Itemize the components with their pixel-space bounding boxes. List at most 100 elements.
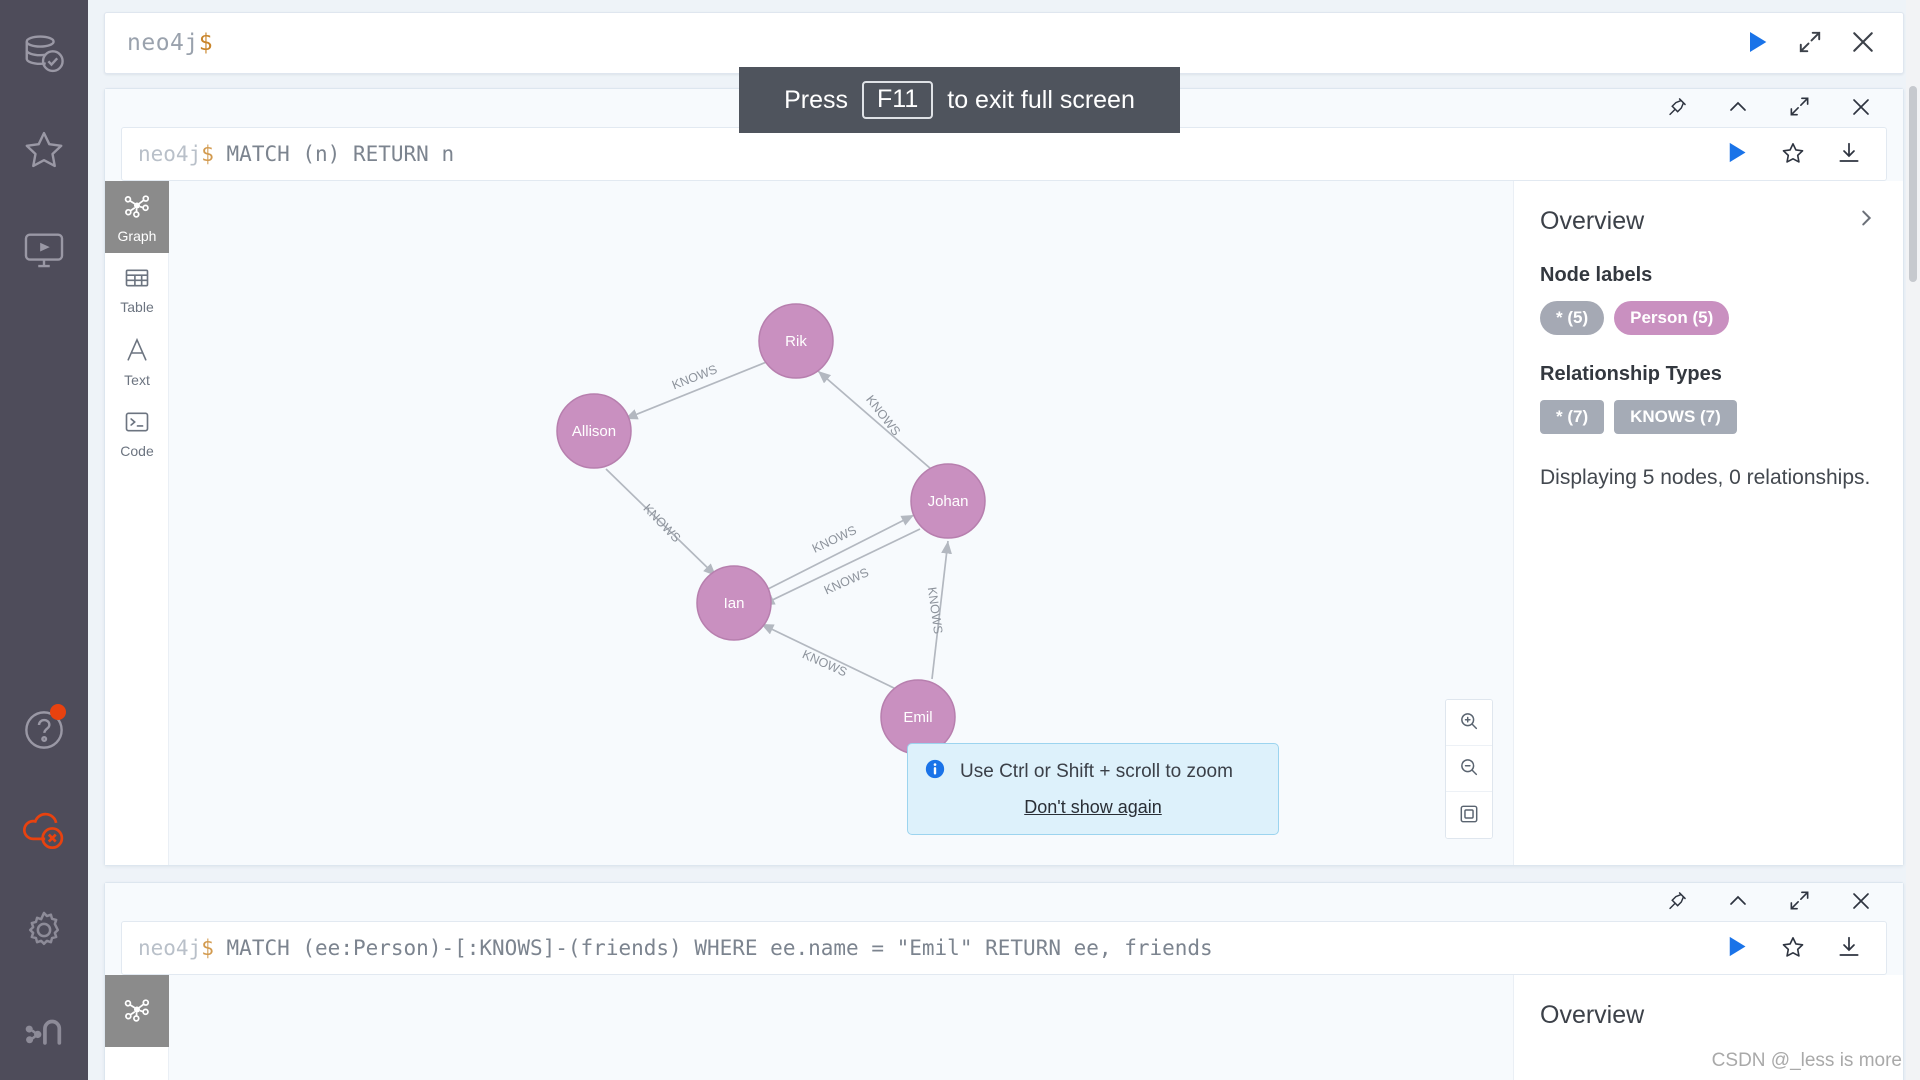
view-tab-graph[interactable]: Graph (105, 181, 169, 253)
view-tab-code[interactable]: Code (105, 397, 169, 469)
view-switcher (105, 975, 169, 1080)
page-scrollbar[interactable] (1906, 0, 1920, 1080)
view-switcher: Graph Table Text Code (105, 181, 169, 865)
graph-node-allison[interactable]: Allison (556, 393, 632, 469)
svg-text:KNOWS: KNOWS (670, 362, 719, 392)
sidebar-item-database[interactable] (0, 0, 88, 100)
graph-nodes[interactable]: Rik Allison Johan Ian Emil (556, 303, 986, 755)
pin-icon (1666, 96, 1688, 121)
favorites-star-icon (21, 127, 67, 173)
graph-icon (122, 191, 152, 224)
frame-body: Overview (105, 975, 1903, 1080)
zoom-fit-icon (1458, 803, 1480, 828)
editor-close-button[interactable] (1849, 28, 1877, 59)
text-a-icon (123, 335, 151, 368)
run-play-icon (1723, 139, 1750, 169)
run-query-button[interactable] (1743, 28, 1771, 59)
svg-text:KNOWS: KNOWS (800, 647, 849, 679)
rel-type-chip-all[interactable]: * (7) (1540, 400, 1605, 434)
zoom-hint-toast: Use Ctrl or Shift + scroll to zoom Don't… (907, 743, 1279, 835)
svg-text:KNOWS: KNOWS (822, 565, 871, 597)
sidebar-item-help[interactable] (0, 680, 88, 780)
frame-query-bar[interactable]: neo4j$ MATCH (n) RETURN n (121, 127, 1887, 181)
main-query-editor[interactable]: neo4j$ (104, 12, 1904, 74)
pin-icon (1666, 890, 1688, 915)
editor-expand-button[interactable] (1797, 29, 1823, 58)
sidebar-item-settings[interactable] (0, 880, 88, 980)
graph-icon (122, 995, 152, 1028)
frame-run-button[interactable] (1723, 933, 1750, 963)
overview-title: Overview (1540, 1001, 1645, 1029)
graph-node-ian[interactable]: Ian (696, 565, 772, 641)
expand-frame-button[interactable] (1788, 95, 1811, 121)
editor-placeholder: neo4j$ (127, 30, 214, 56)
frame-favorite-button[interactable] (1780, 140, 1806, 169)
relationship-type-chips: * (7) KNOWS (7) (1540, 400, 1877, 434)
close-frame-button[interactable] (1849, 889, 1873, 916)
overview-collapse-button[interactable] (1855, 207, 1877, 232)
pin-frame-button[interactable] (1666, 890, 1688, 915)
node-label-chips: * (5) Person (5) (1540, 301, 1877, 335)
zoom-fit-button[interactable] (1446, 792, 1492, 838)
graph-canvas[interactable]: KNOWS KNOWS KNOWS KNOWS KNOWS KNOWS KNOW… (169, 181, 1513, 865)
relationship-types-heading: Relationship Types (1540, 363, 1722, 385)
fullscreen-hint-before: Press (784, 85, 849, 114)
table-icon (123, 264, 151, 295)
chevron-right-icon (1855, 207, 1877, 232)
collapse-frame-button[interactable] (1726, 95, 1750, 122)
frame-query-actions (1723, 139, 1886, 169)
node-label-chip-all[interactable]: * (5) (1540, 301, 1605, 335)
graph-node-rik[interactable]: Rik (758, 303, 834, 379)
frame-body: Graph Table Text Code KNOWS KNOWS KNOWS … (105, 181, 1903, 865)
fullscreen-hint-after: to exit full screen (947, 85, 1135, 114)
sidebar-item-sync[interactable] (0, 980, 88, 1080)
svg-text:KNOWS: KNOWS (810, 523, 859, 556)
fullscreen-hint-overlay: Press F11 to exit full screen (739, 67, 1180, 133)
close-frame-button[interactable] (1849, 95, 1873, 122)
run-play-icon (1723, 933, 1750, 963)
overview-header: Overview (1540, 1001, 1877, 1030)
view-tab-text-label: Text (124, 372, 150, 388)
frame-download-button[interactable] (1836, 140, 1862, 169)
result-frame-1: neo4j$ MATCH (n) RETURN n Graph Table Te… (104, 88, 1904, 866)
main-area: neo4j$ neo4j$ MATCH (n) RETURN n Graph T… (88, 0, 1920, 1080)
sidebar-item-guides[interactable] (0, 200, 88, 300)
collapse-frame-button[interactable] (1726, 889, 1750, 916)
frame-query-bar[interactable]: neo4j$ MATCH (ee:Person)-[:KNOWS]-(frien… (121, 921, 1887, 975)
graph-node-johan[interactable]: Johan (910, 463, 986, 539)
pin-frame-button[interactable] (1666, 96, 1688, 121)
cloud-disconnected-icon (19, 805, 69, 855)
view-tab-graph[interactable] (105, 975, 169, 1047)
expand-frame-button[interactable] (1788, 889, 1811, 915)
result-frame-2: neo4j$ MATCH (ee:Person)-[:KNOWS]-(frien… (104, 882, 1904, 1080)
sync-graph-icon (20, 1006, 68, 1054)
frame-query-text: neo4j$ MATCH (n) RETURN n (138, 142, 455, 166)
graph-canvas[interactable] (169, 975, 1513, 1080)
dont-show-again-link[interactable]: Don't show again (924, 797, 1262, 818)
overview-header: Overview (1540, 207, 1877, 236)
settings-gear-icon (21, 907, 67, 953)
zoom-controls (1445, 699, 1493, 839)
help-notification-badge (50, 704, 66, 720)
chevron-up-icon (1726, 95, 1750, 122)
zoom-hint-row: Use Ctrl or Shift + scroll to zoom (924, 758, 1262, 785)
svg-text:KNOWS: KNOWS (640, 501, 683, 545)
sidebar-item-connection[interactable] (0, 780, 88, 880)
node-label-chip-person[interactable]: Person (5) (1614, 301, 1730, 335)
node-labels-heading: Node labels (1540, 264, 1653, 286)
frame-favorite-button[interactable] (1780, 934, 1806, 963)
view-tab-text[interactable]: Text (105, 325, 169, 397)
zoom-out-icon (1458, 756, 1480, 781)
frame-run-button[interactable] (1723, 139, 1750, 169)
view-tab-code-label: Code (120, 443, 154, 459)
sidebar-item-favorites[interactable] (0, 100, 88, 200)
view-tab-table[interactable]: Table (105, 253, 169, 325)
zoom-out-button[interactable] (1446, 746, 1492, 792)
frame-download-button[interactable] (1836, 934, 1862, 963)
scrollbar-thumb[interactable] (1909, 86, 1917, 282)
overview-title: Overview (1540, 207, 1645, 235)
zoom-in-button[interactable] (1446, 700, 1492, 746)
rel-type-chip-knows[interactable]: KNOWS (7) (1614, 400, 1737, 434)
graph-visualization[interactable]: KNOWS KNOWS KNOWS KNOWS KNOWS KNOWS KNOW… (169, 181, 1513, 865)
overview-panel: Overview Node labels * (5) Person (5) Re… (1513, 181, 1903, 865)
